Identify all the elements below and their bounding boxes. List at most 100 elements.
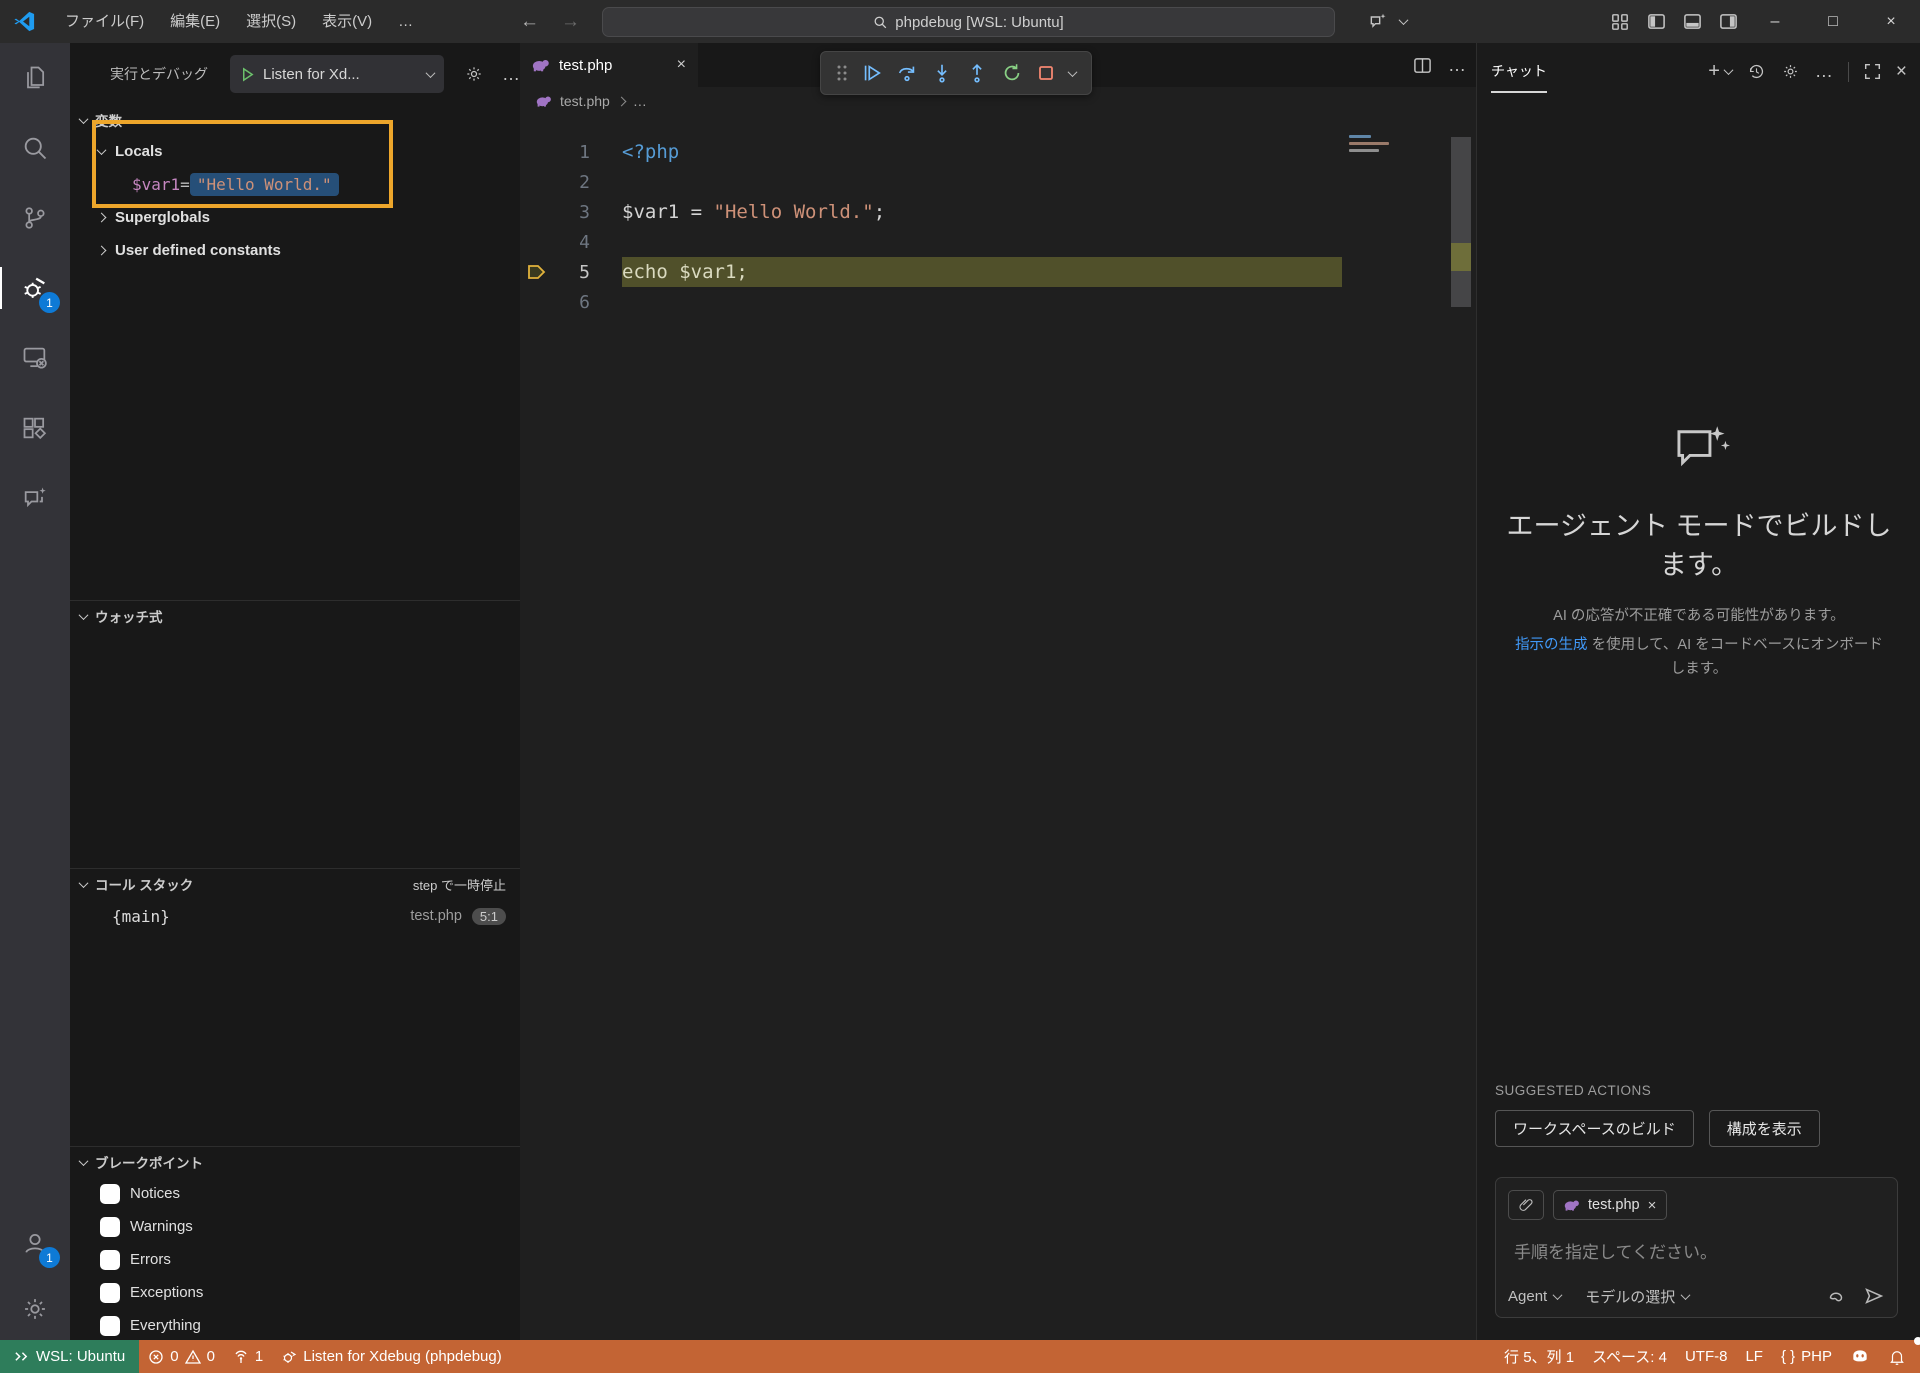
attach-context-icon[interactable] bbox=[1508, 1190, 1544, 1220]
nav-back-icon[interactable]: ← bbox=[520, 11, 539, 33]
window-maximize-button[interactable]: □ bbox=[1804, 0, 1862, 43]
breakpoint-row[interactable]: Warnings bbox=[70, 1210, 520, 1243]
editor-scrollbar[interactable] bbox=[1451, 43, 1471, 1340]
tab-test-php[interactable]: test.php × bbox=[520, 43, 698, 87]
chip-remove-icon[interactable]: × bbox=[1648, 1197, 1657, 1214]
show-config-button[interactable]: 構成を表示 bbox=[1709, 1110, 1820, 1147]
indentation[interactable]: スペース: 4 bbox=[1583, 1340, 1676, 1373]
problems-indicator[interactable]: 0 0 bbox=[139, 1340, 224, 1373]
copilot-chevron-icon[interactable] bbox=[1399, 15, 1409, 25]
start-debug-icon[interactable] bbox=[240, 67, 255, 82]
code-line[interactable]: 2 bbox=[520, 167, 1476, 197]
chat-input-placeholder[interactable]: 手順を指定してください。 bbox=[1514, 1238, 1885, 1263]
window-minimize-button[interactable]: – bbox=[1746, 0, 1804, 43]
breakpoints-header[interactable]: ブレークポイント bbox=[70, 1147, 520, 1177]
chat-sidebar-icon[interactable] bbox=[0, 463, 70, 533]
chat-history-icon[interactable] bbox=[1747, 62, 1766, 81]
menu-item[interactable]: … bbox=[385, 7, 426, 37]
debug-step-out-icon[interactable] bbox=[966, 62, 988, 84]
layout-customize-icon[interactable] bbox=[1602, 0, 1638, 43]
language-mode[interactable]: { } PHP bbox=[1772, 1340, 1841, 1373]
ports-indicator[interactable]: 1 bbox=[224, 1340, 272, 1373]
watch-header[interactable]: ウォッチ式 bbox=[70, 601, 520, 631]
toggle-panel-icon[interactable] bbox=[1674, 0, 1710, 43]
sidebar-more-icon[interactable]: … bbox=[502, 64, 520, 85]
code-line[interactable]: 1<?php bbox=[520, 137, 1476, 167]
stop-chevron-icon[interactable] bbox=[1068, 67, 1078, 77]
model-picker-dropdown[interactable]: モデルの選択 bbox=[1585, 1286, 1689, 1307]
window-close-button[interactable]: × bbox=[1862, 0, 1920, 43]
context-chip-test-php[interactable]: test.php × bbox=[1553, 1190, 1667, 1220]
breakpoint-row[interactable]: Errors bbox=[70, 1243, 520, 1276]
breadcrumb-symbol[interactable]: … bbox=[633, 93, 647, 109]
breakpoint-row[interactable]: Exceptions bbox=[70, 1276, 520, 1309]
menu-item[interactable]: 編集(E) bbox=[157, 7, 233, 37]
remote-indicator[interactable]: WSL: Ubuntu bbox=[0, 1340, 139, 1373]
call-stack-header[interactable]: コール スタック step で一時停止 bbox=[70, 869, 520, 899]
explorer-icon[interactable] bbox=[0, 43, 70, 113]
notifications-bell-icon[interactable] bbox=[1879, 1340, 1920, 1373]
run-debug-icon[interactable]: 1 bbox=[0, 253, 70, 323]
new-chat-button[interactable]: + bbox=[1708, 60, 1732, 83]
code-line[interactable]: 5echo $var1; bbox=[520, 257, 1476, 287]
extensions-icon[interactable] bbox=[0, 393, 70, 463]
superglobals-tree-item[interactable]: Superglobals bbox=[70, 201, 520, 234]
send-icon[interactable] bbox=[1863, 1285, 1885, 1307]
voice-input-icon[interactable] bbox=[1825, 1285, 1847, 1307]
debug-stop-icon[interactable] bbox=[1036, 63, 1056, 83]
eol[interactable]: LF bbox=[1736, 1340, 1772, 1373]
menu-item[interactable]: 表示(V) bbox=[309, 7, 385, 37]
settings-gear-icon[interactable] bbox=[0, 1278, 70, 1340]
tab-chat[interactable]: チャット bbox=[1491, 61, 1547, 93]
nav-forward-icon[interactable]: → bbox=[561, 11, 580, 33]
menu-item[interactable]: ファイル(F) bbox=[52, 7, 157, 37]
code-line[interactable]: 6 bbox=[520, 287, 1476, 317]
breadcrumb-file[interactable]: test.php bbox=[560, 93, 610, 109]
code-line[interactable]: 4 bbox=[520, 227, 1476, 257]
remote-explorer-icon[interactable] bbox=[0, 323, 70, 393]
copilot-chat-icon[interactable] bbox=[1360, 0, 1396, 43]
chat-close-icon[interactable]: × bbox=[1896, 61, 1907, 83]
locals-tree-item[interactable]: Locals bbox=[70, 135, 520, 168]
debug-continue-icon[interactable] bbox=[861, 62, 883, 84]
debug-config-dropdown[interactable]: Listen for Xd... bbox=[230, 55, 444, 93]
debug-step-into-icon[interactable] bbox=[931, 62, 953, 84]
generate-instructions-link[interactable]: 指示の生成 bbox=[1515, 637, 1588, 653]
stack-frame-row[interactable]: {main} test.php 5:1 bbox=[70, 899, 520, 933]
agent-mode-dropdown[interactable]: Agent bbox=[1508, 1288, 1561, 1305]
command-center-search[interactable]: phpdebug [WSL: Ubuntu] bbox=[602, 7, 1335, 37]
breakpoint-checkbox[interactable] bbox=[100, 1250, 120, 1270]
breakpoint-checkbox[interactable] bbox=[100, 1316, 120, 1336]
minimap[interactable] bbox=[1349, 135, 1419, 156]
breakpoint-row[interactable]: Everything bbox=[70, 1309, 520, 1342]
menu-item[interactable]: 選択(S) bbox=[233, 7, 309, 37]
chat-settings-gear-icon[interactable] bbox=[1781, 62, 1800, 81]
breakpoint-checkbox[interactable] bbox=[100, 1283, 120, 1303]
debug-restart-icon[interactable] bbox=[1001, 62, 1023, 84]
breakpoint-row[interactable]: Notices bbox=[70, 1177, 520, 1210]
code-area[interactable]: 1<?php23$var1 = "Hello World.";45echo $v… bbox=[520, 115, 1476, 317]
variable-row[interactable]: $var1 = "Hello World." bbox=[70, 168, 520, 201]
chat-more-icon[interactable]: … bbox=[1815, 61, 1833, 82]
copilot-status-icon[interactable] bbox=[1841, 1340, 1879, 1373]
scrollbar-thumb[interactable] bbox=[1451, 137, 1471, 307]
code-line[interactable]: 3$var1 = "Hello World."; bbox=[520, 197, 1476, 227]
user-constants-tree-item[interactable]: User defined constants bbox=[70, 234, 520, 267]
chat-input-box[interactable]: test.php × 手順を指定してください。 Agent モデルの選択 bbox=[1495, 1177, 1898, 1318]
debug-settings-gear-icon[interactable] bbox=[464, 64, 484, 84]
search-sidebar-icon[interactable] bbox=[0, 113, 70, 183]
chat-expand-icon[interactable] bbox=[1864, 63, 1881, 80]
toggle-sidebar-left-icon[interactable] bbox=[1638, 0, 1674, 43]
variables-header[interactable]: 変数 bbox=[70, 105, 520, 135]
debug-stopped-arrow-icon[interactable] bbox=[520, 264, 554, 280]
toolbar-drag-grip[interactable] bbox=[836, 64, 848, 82]
toggle-sidebar-right-icon[interactable] bbox=[1710, 0, 1746, 43]
build-workspace-button[interactable]: ワークスペースのビルド bbox=[1495, 1110, 1694, 1147]
tab-close-icon[interactable]: × bbox=[677, 56, 686, 74]
debug-status[interactable]: Listen for Xdebug (phpdebug) bbox=[272, 1340, 510, 1373]
variable-value[interactable]: "Hello World." bbox=[190, 173, 339, 196]
split-editor-icon[interactable] bbox=[1413, 56, 1432, 75]
accounts-icon[interactable]: 1 bbox=[0, 1208, 70, 1278]
breakpoint-checkbox[interactable] bbox=[100, 1217, 120, 1237]
encoding[interactable]: UTF-8 bbox=[1676, 1340, 1737, 1373]
